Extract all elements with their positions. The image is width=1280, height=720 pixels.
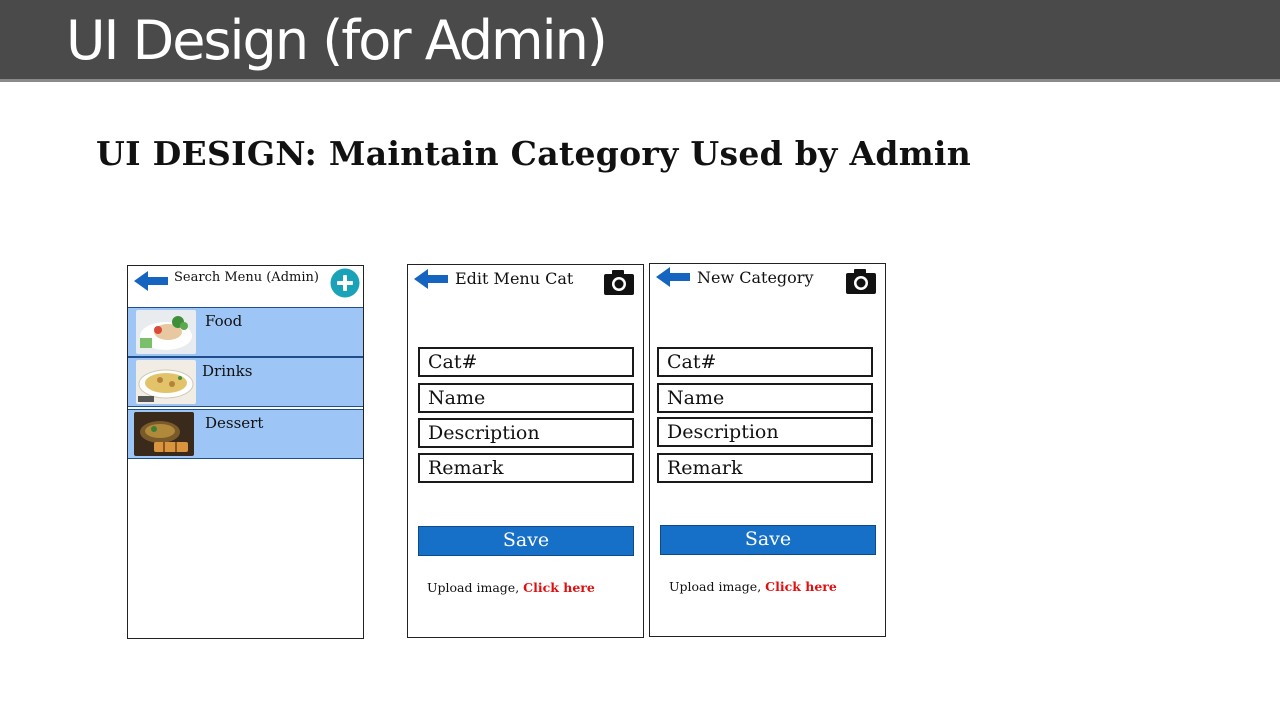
remark-field[interactable] (657, 453, 873, 483)
list-item-label: Food (205, 312, 243, 330)
back-arrow-icon[interactable] (414, 269, 448, 289)
slide-title: UI Design (for Admin) (66, 9, 608, 72)
add-circle-icon[interactable] (330, 268, 360, 298)
camera-icon[interactable] (845, 267, 877, 295)
list-item-label: Dessert (205, 414, 264, 432)
cat-number-field[interactable] (657, 347, 873, 377)
upload-image-link[interactable]: Click here (523, 580, 595, 595)
list-item-drinks[interactable]: Drinks (128, 357, 363, 407)
upload-image-prompt: Upload image, Click here (427, 580, 595, 595)
title-bar: UI Design (for Admin) (0, 0, 1280, 82)
camera-icon[interactable] (603, 268, 635, 296)
food-thumbnail (136, 310, 196, 354)
screen-title: Edit Menu Cat (455, 269, 574, 288)
upload-image-text: Upload image, (669, 579, 762, 594)
remark-field[interactable] (418, 453, 634, 483)
edit-menu-cat-screen: Edit Menu Cat Save Upload image, Click h… (407, 264, 644, 638)
back-arrow-icon[interactable] (656, 267, 690, 287)
upload-image-text: Upload image, (427, 580, 520, 595)
back-arrow-icon[interactable] (134, 271, 168, 291)
name-field[interactable] (418, 383, 634, 413)
screen-header: New Category (650, 264, 885, 306)
drinks-thumbnail (136, 360, 196, 404)
description-field[interactable] (418, 418, 634, 448)
list-item-label: Drinks (202, 362, 253, 380)
name-field[interactable] (657, 383, 873, 413)
list-item-dessert[interactable]: Dessert (128, 409, 363, 459)
page-heading: UI DESIGN: Maintain Category Used by Adm… (96, 134, 972, 173)
save-button[interactable]: Save (660, 525, 876, 555)
upload-image-prompt: Upload image, Click here (669, 579, 837, 594)
save-button[interactable]: Save (418, 526, 634, 556)
new-category-screen: New Category Save Upload image, Click he… (649, 263, 886, 637)
description-field[interactable] (657, 417, 873, 447)
search-menu-screen: Search Menu (Admin) Food Drinks Dessert (127, 265, 364, 639)
upload-image-link[interactable]: Click here (765, 579, 837, 594)
screen-title: Search Menu (Admin) (174, 270, 319, 285)
screen-header: Search Menu (Admin) (128, 266, 363, 308)
list-item-food[interactable]: Food (128, 307, 363, 357)
screen-title: New Category (697, 268, 814, 287)
screen-header: Edit Menu Cat (408, 265, 643, 307)
dessert-thumbnail (134, 412, 194, 456)
cat-number-field[interactable] (418, 347, 634, 377)
